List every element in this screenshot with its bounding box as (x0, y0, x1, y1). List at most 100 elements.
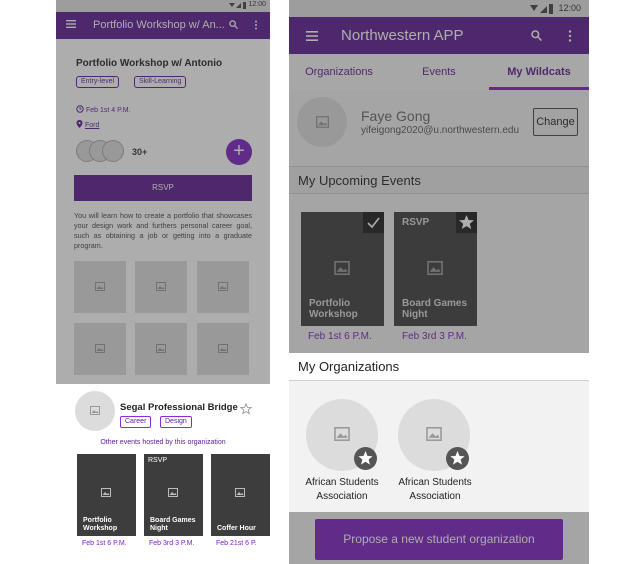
org-name[interactable]: Segal Professional Bridge (120, 402, 238, 413)
status-bar: 12:00 (56, 0, 270, 12)
add-fab-button[interactable]: + (226, 139, 252, 165)
location-pin-icon (76, 120, 83, 128)
tab-events[interactable]: Events (389, 54, 489, 90)
event-card-name: Coffer Hour (217, 525, 256, 532)
image-icon (90, 406, 100, 415)
event-card[interactable]: Portfolio Workshop (77, 454, 136, 536)
event-title: Portfolio Workshop w/ Antonio (76, 58, 223, 69)
event-card[interactable]: RSVP Board Games Night (144, 454, 203, 536)
profile-avatar[interactable] (297, 97, 347, 147)
app-bar: Northwestern APP (289, 17, 589, 54)
menu-icon[interactable] (306, 31, 318, 41)
event-card-name: Board Games Night (150, 517, 196, 532)
event-card-date: Feb 21st 6 P. (216, 540, 257, 547)
rsvp-label: RSVP (402, 217, 430, 228)
organization-name[interactable]: African Students Association (390, 476, 480, 504)
event-card-name: Portfolio Workshop (309, 298, 358, 320)
menu-icon[interactable] (66, 20, 76, 28)
event-tag[interactable]: Skill-Learning (134, 76, 187, 88)
organization-logo[interactable] (398, 399, 470, 471)
event-time-row: Feb 1st 4 P.M. (76, 105, 131, 114)
tab-organizations[interactable]: Organizations (289, 54, 389, 90)
image-icon (156, 282, 166, 291)
profile-email: yifeigong2020@u.northwestern.edu (361, 125, 520, 136)
right-phone-screen: 12:00 Northwestern APP Organizations Eve… (289, 0, 589, 564)
profile-name: Faye Gong (361, 108, 431, 124)
tab-bar: Organizations Events My Wildcats (289, 54, 589, 90)
star-outline-icon[interactable] (240, 403, 252, 415)
star-icon (450, 451, 465, 465)
event-card-name: Board Games Night (402, 298, 468, 320)
status-bar: 12:00 (289, 0, 589, 17)
image-icon (316, 116, 329, 128)
event-card-date: Feb 3rd 3 P.M. (149, 540, 195, 547)
gallery-image[interactable] (197, 261, 249, 313)
signal-battery-icon (229, 2, 246, 9)
upcoming-event-card[interactable]: RSVP Board Games Night (394, 212, 477, 326)
gallery-image[interactable] (197, 323, 249, 375)
status-time: 12:00 (558, 3, 581, 13)
my-wildcats-page: Faye Gong yifeigong2020@u.northwestern.e… (289, 90, 589, 564)
event-card-date: Feb 1st 6 P.M. (308, 331, 372, 342)
image-icon (95, 282, 105, 291)
favorite-badge[interactable] (354, 447, 377, 470)
event-card-date: Feb 1st 6 P.M. (82, 540, 127, 547)
search-icon[interactable] (229, 20, 238, 29)
organization-bottom-sheet: Segal Professional Bridge Career Design … (56, 384, 270, 564)
image-icon (334, 261, 350, 275)
image-icon (168, 488, 178, 497)
my-organizations-heading: My Organizations (289, 353, 589, 381)
search-icon[interactable] (531, 30, 542, 41)
image-icon (334, 427, 350, 441)
image-icon (95, 344, 105, 353)
event-card[interactable]: Coffer Hour (211, 454, 270, 536)
gallery-image[interactable] (74, 261, 126, 313)
image-icon (235, 488, 245, 497)
more-vert-icon[interactable] (254, 20, 258, 30)
event-card-name: Portfolio Workshop (83, 517, 118, 532)
image-icon (156, 344, 166, 353)
image-icon (101, 488, 111, 497)
image-icon (427, 261, 443, 275)
app-title: Portfolio Workshop w/ An... (93, 19, 225, 31)
propose-organization-button[interactable]: Propose a new student organization (315, 519, 563, 560)
event-description: You will learn how to create a portfolio… (74, 211, 252, 250)
check-icon (367, 217, 380, 229)
clock-icon (76, 105, 84, 113)
event-card-date: Feb 3rd 3 P.M. (402, 331, 467, 342)
status-time: 12:00 (248, 1, 266, 8)
attendee-count: 30+ (132, 147, 148, 157)
organization-logo[interactable] (306, 399, 378, 471)
image-icon (426, 427, 442, 441)
favorite-badge[interactable] (446, 447, 469, 470)
event-location-link[interactable]: Ford (85, 122, 99, 129)
badge[interactable] (363, 212, 384, 233)
upcoming-events-heading: My Upcoming Events (289, 166, 589, 194)
app-title: Northwestern APP (341, 27, 464, 44)
event-tag[interactable]: Entry-level (76, 76, 120, 88)
org-logo[interactable] (75, 391, 115, 431)
more-vert-icon[interactable] (568, 30, 572, 42)
tab-my-wildcats[interactable]: My Wildcats (489, 54, 589, 90)
app-bar: Portfolio Workshop w/ An... (56, 12, 270, 39)
signal-battery-icon (530, 4, 553, 14)
org-tag[interactable]: Career (120, 416, 152, 428)
org-tag[interactable]: Design (160, 416, 192, 428)
star-icon (459, 215, 474, 229)
organization-name[interactable]: African Students Association (297, 476, 387, 504)
image-icon (218, 344, 228, 353)
gallery-image[interactable] (135, 323, 187, 375)
gallery-image[interactable] (74, 323, 126, 375)
upcoming-event-card[interactable]: Portfolio Workshop (301, 212, 384, 326)
rsvp-label: RSVP (148, 457, 168, 464)
image-icon (218, 282, 228, 291)
star-icon (358, 451, 373, 465)
left-phone-screen: 12:00 Portfolio Workshop w/ An... Portfo… (56, 0, 270, 564)
badge[interactable] (456, 212, 477, 233)
rsvp-button[interactable]: RSVP (74, 175, 252, 201)
attendee-avatar[interactable] (102, 140, 124, 162)
event-location-row: Ford (76, 120, 99, 129)
gallery-image[interactable] (135, 261, 187, 313)
change-profile-button[interactable]: Change (533, 108, 578, 136)
event-time: Feb 1st 4 P.M. (85, 107, 131, 114)
